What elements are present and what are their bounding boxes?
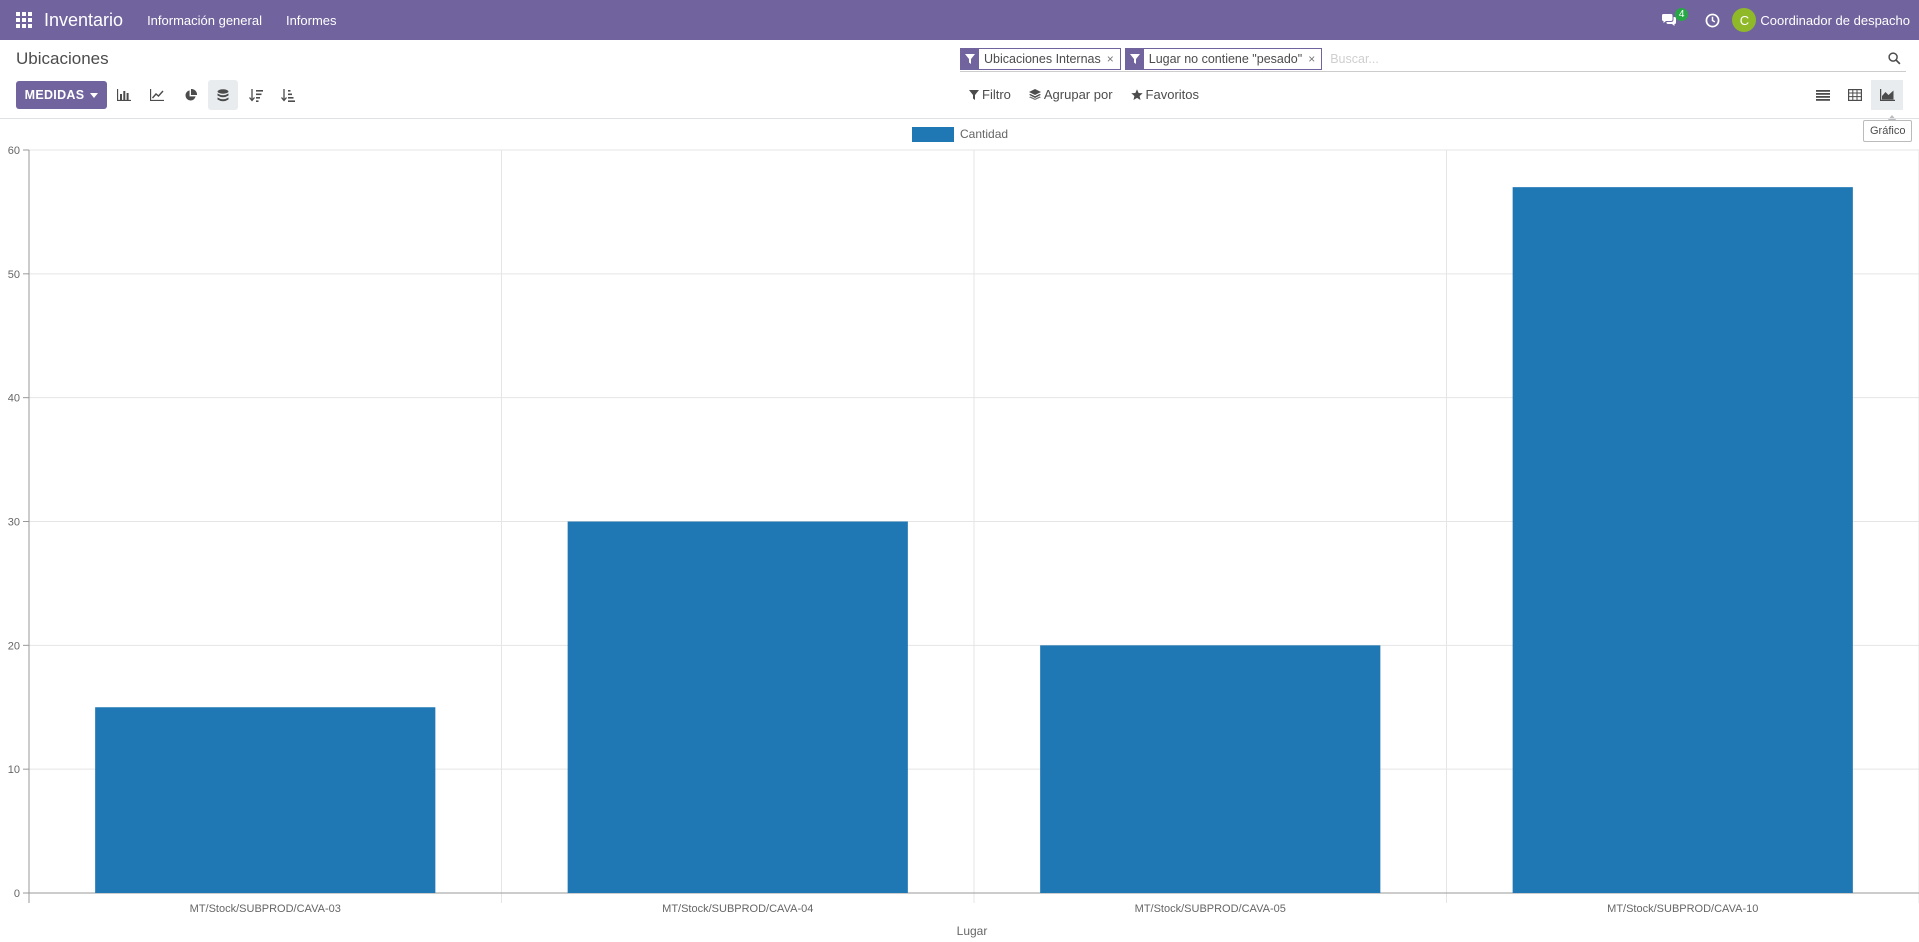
- favorites-menu-button[interactable]: Favoritos: [1130, 87, 1200, 102]
- y-tick-label: 20: [8, 640, 20, 652]
- top-navbar: Inventario Información general Informes …: [0, 0, 1919, 40]
- facet-label: Lugar no contiene "pesado": [1148, 51, 1303, 66]
- measures-dropdown-button[interactable]: MEDIDAS: [16, 81, 107, 109]
- facet-remove-button[interactable]: ×: [1107, 52, 1120, 66]
- bar: [567, 521, 908, 893]
- page-title: Ubicaciones: [16, 49, 109, 68]
- y-tick-label: 50: [8, 269, 20, 281]
- legend-swatch: [912, 127, 954, 142]
- pivot-view-button[interactable]: [1839, 80, 1871, 110]
- legend-label: Cantidad: [960, 127, 1008, 141]
- filter-icon: [961, 48, 979, 69]
- clock-icon[interactable]: [1692, 0, 1732, 40]
- filter-icon: [1125, 48, 1144, 69]
- avatar: C: [1732, 8, 1757, 32]
- y-tick-label: 0: [14, 888, 20, 900]
- x-tick-label: MT/Stock/SUBPROD/CAVA-10: [1607, 903, 1758, 915]
- control-panel-divider: [0, 118, 1919, 119]
- groupby-label: Agrupar por: [1043, 87, 1113, 102]
- groupby-menu-button[interactable]: Agrupar por: [1028, 87, 1113, 102]
- filter-menu-button[interactable]: Filtro: [969, 87, 1011, 102]
- favorites-label: Favoritos: [1145, 87, 1200, 102]
- sort-ascending-button[interactable]: [273, 80, 303, 110]
- search-input[interactable]: [1326, 51, 1882, 66]
- apps-menu-icon[interactable]: [4, 0, 44, 40]
- user-menu[interactable]: C Coordinador de despacho: [1732, 8, 1910, 32]
- line-chart-button[interactable]: [142, 80, 172, 110]
- sort-descending-button[interactable]: [241, 80, 271, 110]
- bar: [95, 707, 436, 893]
- y-tick-label: 10: [8, 764, 20, 776]
- x-tick-label: MT/Stock/SUBPROD/CAVA-05: [1135, 903, 1286, 915]
- chat-count-badge: 4: [1674, 8, 1689, 21]
- bar: [1512, 187, 1853, 893]
- search-bar: Ubicaciones Internas × Lugar no contiene…: [960, 46, 1906, 72]
- bar: [1040, 645, 1381, 893]
- menu-informacion-general[interactable]: Información general: [147, 13, 262, 28]
- filter-facet: Ubicaciones Internas ×: [960, 47, 1121, 70]
- x-tick-label: MT/Stock/SUBPROD/CAVA-03: [190, 903, 341, 915]
- y-tick-label: 30: [8, 517, 20, 529]
- x-tick-label: MT/Stock/SUBPROD/CAVA-04: [662, 903, 813, 915]
- filter-label: Filtro: [982, 87, 1011, 102]
- filter-icon: [969, 89, 979, 100]
- menu-informes[interactable]: Informes: [286, 13, 337, 28]
- bar-chart: 0 10 20 30 40 50 60 MT/Stock/SUBPROD/CAVA-03 MT/…: [8, 127, 1919, 938]
- list-view-button[interactable]: [1807, 80, 1839, 110]
- chat-icon[interactable]: 4: [1654, 0, 1689, 40]
- caret-down-icon: [90, 92, 99, 98]
- facet-label: Ubicaciones Internas: [984, 51, 1101, 66]
- stacked-toggle-button[interactable]: [208, 80, 238, 110]
- star-icon: [1130, 88, 1143, 100]
- layers-icon: [1028, 89, 1041, 100]
- filter-facet: Lugar no contiene "pesado" ×: [1124, 47, 1323, 70]
- search-icon[interactable]: [1882, 47, 1906, 71]
- app-name[interactable]: Inventario: [44, 10, 123, 31]
- facet-remove-button[interactable]: ×: [1308, 52, 1321, 66]
- search-panel-menus: Filtro Agrupar por Favoritos: [969, 87, 1217, 102]
- x-axis-label: Lugar: [957, 924, 988, 938]
- graph-view-button[interactable]: [1871, 80, 1903, 110]
- y-tick-label: 40: [8, 393, 20, 405]
- user-name: Coordinador de despacho: [1760, 12, 1910, 28]
- bar-chart-button[interactable]: [109, 80, 139, 110]
- measures-label: MEDIDAS: [24, 88, 85, 102]
- y-tick-label: 60: [8, 145, 20, 157]
- pie-chart-button[interactable]: [175, 80, 205, 110]
